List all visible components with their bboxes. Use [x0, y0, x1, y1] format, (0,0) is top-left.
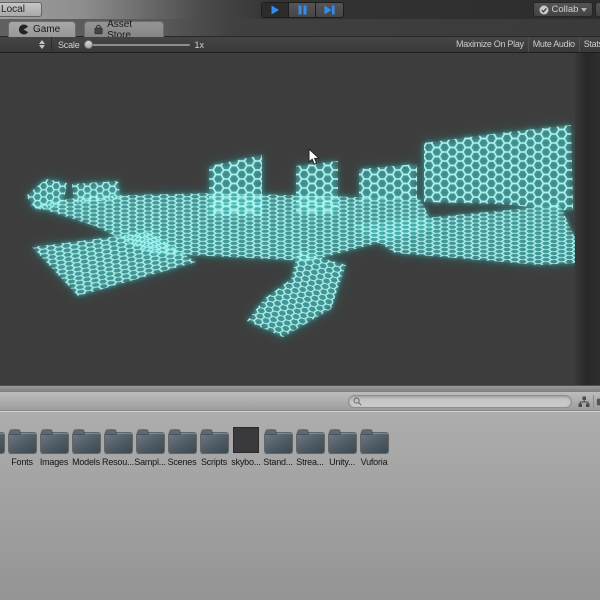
pause-button[interactable]: [289, 3, 316, 17]
project-items-row: Fonts Images Models Resou... Sampl... Sc…: [0, 425, 600, 483]
step-button[interactable]: [316, 3, 343, 17]
stats-button[interactable]: Stats: [578, 37, 600, 52]
project-item-label: Stand...: [263, 457, 293, 467]
project-item-label: skybo...: [231, 457, 261, 467]
skybox-texture-icon: [233, 427, 259, 453]
maximize-on-play-button[interactable]: Maximize On Play: [452, 37, 528, 52]
game-view-surface[interactable]: [0, 53, 600, 385]
check-circle-icon: [539, 5, 549, 14]
folder-icon: [8, 430, 36, 453]
scale-slider-track[interactable]: [89, 43, 190, 46]
folder-icon: [104, 430, 132, 453]
collab-button[interactable]: Collab: [533, 2, 593, 17]
project-item-label: Images: [39, 457, 69, 467]
pause-icon: [298, 5, 306, 15]
playback-controls: [261, 2, 344, 18]
project-item-fonts[interactable]: Fonts: [6, 425, 38, 467]
main-toolbar: Local Collab: [0, 0, 600, 19]
search-box[interactable]: [348, 395, 572, 408]
scale-slider[interactable]: [83, 37, 190, 53]
panel-resize-handle[interactable]: [0, 385, 600, 392]
project-item-label: Scenes: [167, 457, 197, 467]
hex-wall-mid-right: [359, 164, 417, 202]
project-browser: Fonts Images Models Resou... Sampl... Sc…: [0, 411, 600, 600]
collab-button-label: Collab: [551, 4, 579, 15]
folder-icon: [72, 430, 100, 453]
folder-icon: [328, 430, 356, 453]
tab-game[interactable]: Game: [8, 21, 76, 37]
folder-icon: [136, 430, 164, 453]
mouse-cursor: [308, 148, 320, 165]
project-item-label: Models: [72, 457, 100, 467]
project-item-label: Scripts: [200, 457, 228, 467]
up-down-arrows-icon: [39, 39, 45, 49]
project-item-label: Unity...: [329, 457, 355, 467]
hex-wall-right: [424, 125, 573, 211]
hidden-assets-icon[interactable]: [596, 396, 600, 408]
hex-wall-center-left: [209, 155, 262, 216]
game-view-icon: [18, 24, 29, 35]
toolbar-separator: [593, 395, 594, 408]
folder-icon: [360, 430, 388, 453]
search-icon: [353, 397, 362, 406]
project-item-models[interactable]: Models: [70, 425, 102, 467]
chevron-down-icon: [581, 7, 588, 12]
folder-icon: [264, 430, 292, 453]
game-view-right-gutter: [575, 53, 600, 385]
tab-asset-store[interactable]: Asset Store: [84, 19, 164, 41]
unity-editor-window: Local Collab Game Asset Store Scale 1x M…: [0, 0, 600, 600]
hex-mesh-scene: [26, 125, 575, 337]
game-toolbar-buttons: Maximize On Play Mute Audio Stats Gizmos: [452, 37, 600, 52]
project-item-label: Fonts: [11, 457, 33, 467]
view-tab-bar: Game Asset Store: [0, 19, 600, 41]
toolbar-edge-button[interactable]: [595, 2, 600, 17]
asset-labels-icon[interactable]: [578, 396, 590, 408]
folder-icon: [0, 433, 4, 453]
project-item-standard-assets[interactable]: Stand...: [262, 425, 294, 467]
project-item-vuforia[interactable]: Vuforia: [358, 425, 390, 467]
scale-slider-knob[interactable]: [83, 39, 93, 49]
local-button[interactable]: Local: [0, 2, 42, 17]
game-view-toolbar: Scale 1x Maximize On Play Mute Audio Sta…: [0, 36, 600, 53]
play-button[interactable]: [262, 3, 289, 17]
scale-label: Scale: [58, 39, 80, 50]
step-icon: [324, 5, 335, 15]
display-dropdown[interactable]: [0, 36, 52, 53]
project-item-skybox[interactable]: skybo...: [230, 425, 262, 467]
project-item-unity[interactable]: Unity...: [326, 425, 358, 467]
project-item-scripts[interactable]: Scripts: [198, 425, 230, 467]
project-item-label: Vuforia: [360, 457, 388, 467]
project-item-streaming[interactable]: Strea...: [294, 425, 326, 467]
hex-wall-center: [296, 161, 338, 214]
folder-icon: [168, 430, 196, 453]
play-icon: [271, 5, 279, 15]
project-item-label: Strea...: [296, 457, 324, 467]
project-item-samples[interactable]: Sampl...: [134, 425, 166, 467]
folder-icon: [200, 430, 228, 453]
tab-game-label: Game: [33, 24, 61, 35]
project-item-images[interactable]: Images: [38, 425, 70, 467]
project-item-resources[interactable]: Resou...: [102, 425, 134, 467]
hex-ribbon-curved: [247, 251, 346, 337]
scale-value: 1x: [194, 39, 205, 50]
folder-icon: [40, 430, 68, 453]
folder-icon: [296, 430, 324, 453]
local-button-label: Local: [1, 4, 25, 15]
asset-store-icon: [94, 24, 103, 35]
search-input[interactable]: [362, 396, 567, 407]
project-toolbar: [0, 392, 600, 411]
project-item-label: Sampl...: [134, 457, 166, 467]
project-item-scenes[interactable]: Scenes: [166, 425, 198, 467]
mute-audio-button[interactable]: Mute Audio: [527, 37, 579, 52]
project-item-label: Resou...: [102, 457, 134, 467]
